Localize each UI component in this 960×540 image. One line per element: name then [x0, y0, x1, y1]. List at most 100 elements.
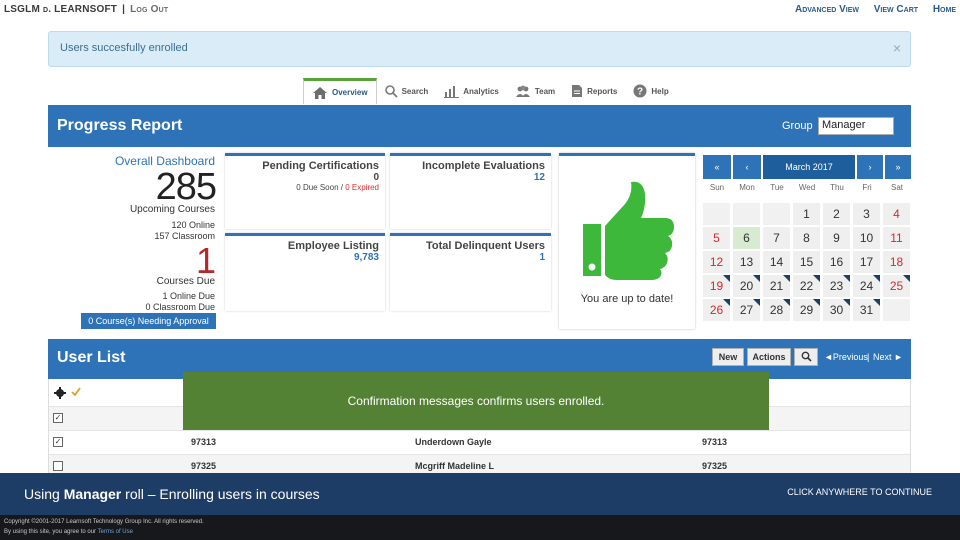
- calendar-day[interactable]: 19: [703, 275, 730, 297]
- calendar-day[interactable]: 14: [763, 251, 790, 273]
- continue-prompt[interactable]: CLICK ANYWHERE TO CONTINUE: [787, 487, 932, 497]
- calendar-empty-cell: [733, 203, 760, 225]
- reports-icon: [572, 85, 583, 97]
- logout-link[interactable]: Log Out: [130, 4, 168, 15]
- upcoming-count: 285: [155, 166, 217, 208]
- calendar-day[interactable]: 4: [883, 203, 910, 225]
- approval-button[interactable]: 0 Course(s) Needing Approval: [81, 313, 216, 329]
- event-marker: [813, 275, 820, 282]
- calendar-day[interactable]: 23: [823, 275, 850, 297]
- group-label: Group: [782, 120, 813, 132]
- calendar-empty-cell: [883, 299, 910, 321]
- calendar-day[interactable]: 24: [853, 275, 880, 297]
- day-of-week-label: Thu: [830, 183, 844, 192]
- separator: |: [122, 4, 126, 15]
- calendar-day[interactable]: 16: [823, 251, 850, 273]
- tab-analytics[interactable]: Analytics: [436, 78, 507, 104]
- user-id: 97325: [191, 461, 217, 471]
- calendar-day[interactable]: 22: [793, 275, 820, 297]
- select-all-checkbox[interactable]: ✓: [53, 413, 63, 423]
- calendar-day[interactable]: 31: [853, 299, 880, 321]
- view-cart-link[interactable]: View Cart: [874, 4, 918, 15]
- calendar-month: March 2017: [763, 155, 855, 179]
- progress-title: Progress Report: [57, 117, 183, 134]
- calendar-day[interactable]: 8: [793, 227, 820, 249]
- row-checkbox[interactable]: [53, 461, 63, 471]
- calendar-day[interactable]: 17: [853, 251, 880, 273]
- pending-certifications-card[interactable]: Pending Certifications 0 0 Due Soon / 0 …: [225, 153, 385, 229]
- calendar-day[interactable]: 11: [883, 227, 910, 249]
- search-icon: [801, 351, 812, 362]
- next-link[interactable]: Next ►: [873, 352, 903, 362]
- checkmark-icon[interactable]: [71, 387, 81, 397]
- actions-button[interactable]: Actions: [747, 348, 791, 366]
- calendar-day[interactable]: 13: [733, 251, 760, 273]
- day-of-week-label: Tue: [770, 183, 784, 192]
- calendar-day[interactable]: 7: [763, 227, 790, 249]
- tab-team[interactable]: Team: [507, 78, 563, 104]
- calendar-day[interactable]: 18: [883, 251, 910, 273]
- row-checkbox[interactable]: ✓: [53, 437, 63, 447]
- tab-reports[interactable]: Reports: [563, 78, 625, 104]
- incomplete-evaluations-card[interactable]: Incomplete Evaluations 12: [390, 153, 551, 229]
- home-link[interactable]: Home: [933, 4, 956, 15]
- calendar-day[interactable]: 12: [703, 251, 730, 273]
- close-icon[interactable]: ×: [893, 40, 901, 56]
- online-due: 1 Online Due: [162, 291, 215, 301]
- group-select[interactable]: Manager: [818, 117, 894, 135]
- user-name[interactable]: Mcgriff Madeline L: [415, 461, 494, 471]
- calendar-day[interactable]: 1: [793, 203, 820, 225]
- tab-help[interactable]: ? Help: [625, 78, 676, 104]
- next-month-button[interactable]: ›: [857, 155, 883, 179]
- agree-text: By using this site, you agree to our: [4, 529, 98, 535]
- top-links: Advanced View View Cart Home: [783, 4, 956, 15]
- calendar-day[interactable]: 9: [823, 227, 850, 249]
- day-of-week-label: Fri: [862, 183, 872, 192]
- card-value: 0: [373, 172, 379, 183]
- calendar-day[interactable]: 28: [763, 299, 790, 321]
- calendar-day[interactable]: 2: [823, 203, 850, 225]
- prev-month-button[interactable]: ‹: [733, 155, 761, 179]
- calendar-day[interactable]: 27: [733, 299, 760, 321]
- table-row[interactable]: 97325 Mcgriff Madeline L 97325: [49, 455, 910, 475]
- user-list-title: User List: [57, 349, 126, 366]
- employee-listing-card[interactable]: Employee Listing 9,783: [225, 233, 385, 311]
- calendar-day[interactable]: 21: [763, 275, 790, 297]
- terms-link[interactable]: Terms of Use: [98, 529, 133, 535]
- progress-report-header: Progress Report Group Manager: [48, 105, 911, 147]
- prev-year-button[interactable]: «: [703, 155, 731, 179]
- calendar-day[interactable]: 30: [823, 299, 850, 321]
- previous-link[interactable]: ◄Previous: [824, 352, 868, 362]
- next-year-button[interactable]: »: [885, 155, 911, 179]
- tutorial-banner[interactable]: Using Manager roll – Enrolling users in …: [0, 473, 960, 515]
- calendar-day[interactable]: 3: [853, 203, 880, 225]
- calendar-day[interactable]: 29: [793, 299, 820, 321]
- calendar-day[interactable]: 15: [793, 251, 820, 273]
- card-title: Pending Certifications: [262, 160, 379, 172]
- new-button[interactable]: New: [712, 348, 744, 366]
- calendar-day[interactable]: 25: [883, 275, 910, 297]
- search-icon: [384, 84, 398, 98]
- user-name[interactable]: Underdown Gayle: [415, 437, 492, 447]
- tab-search[interactable]: Search: [377, 78, 437, 104]
- calendar-day[interactable]: 6: [733, 227, 760, 249]
- search-button[interactable]: [794, 348, 818, 366]
- event-marker: [873, 275, 880, 282]
- table-row[interactable]: ✓ 97313 Underdown Gayle 97313: [49, 431, 910, 455]
- user-name: LSGLM d. LEARNSOFT: [4, 4, 118, 15]
- user-id: 97313: [191, 437, 217, 447]
- user-info: LSGLM d. LEARNSOFT | Log Out: [4, 4, 168, 15]
- delinquent-users-card[interactable]: Total Delinquent Users 1: [390, 233, 551, 311]
- advanced-view-link[interactable]: Advanced View: [795, 4, 859, 15]
- gear-icon[interactable]: [54, 387, 66, 399]
- calendar-day[interactable]: 20: [733, 275, 760, 297]
- event-marker: [783, 275, 790, 282]
- tab-label: Help: [651, 86, 669, 96]
- calendar-day[interactable]: 26: [703, 299, 730, 321]
- calendar-day[interactable]: 10: [853, 227, 880, 249]
- help-icon: ?: [633, 84, 647, 98]
- calendar-day[interactable]: 5: [703, 227, 730, 249]
- tab-overview[interactable]: Overview: [303, 78, 377, 104]
- tab-label: Search: [401, 86, 429, 96]
- calendar-empty-cell: [703, 203, 730, 225]
